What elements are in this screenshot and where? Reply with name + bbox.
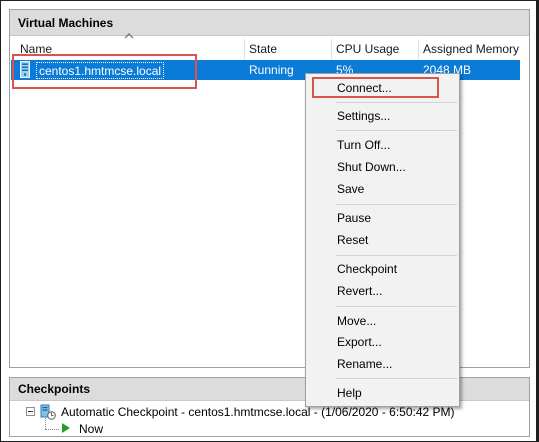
menu-item-save[interactable]: Save [337, 178, 364, 200]
play-arrow-icon [62, 423, 70, 433]
menu-item-settings[interactable]: Settings... [337, 105, 390, 127]
highlight-box-connect [312, 77, 439, 98]
menu-separator [336, 102, 457, 103]
column-header-assigned-memory[interactable]: Assigned Memory [419, 37, 529, 59]
menu-item-move[interactable]: Move... [337, 310, 376, 332]
menu-separator [336, 306, 457, 307]
menu-separator [336, 255, 457, 256]
menu-separator [336, 204, 457, 205]
virtual-machines-header: Virtual Machines [10, 10, 529, 36]
column-header-state[interactable]: State [245, 37, 331, 59]
sort-ascending-icon [124, 33, 134, 39]
collapse-toggle-icon[interactable] [26, 407, 35, 416]
menu-item-pause[interactable]: Pause [337, 207, 371, 229]
menu-item-reset[interactable]: Reset [337, 229, 368, 251]
tree-connector [45, 429, 59, 430]
vm-context-menu: Connect... Settings... Turn Off... Shut … [305, 73, 460, 407]
menu-item-help[interactable]: Help [337, 382, 362, 404]
menu-item-turn-off[interactable]: Turn Off... [337, 134, 390, 156]
vm-state: Running [249, 63, 294, 77]
checkpoint-icon [40, 404, 56, 420]
checkpoint-now-label[interactable]: Now [79, 421, 103, 437]
menu-item-shut-down[interactable]: Shut Down... [337, 156, 406, 178]
menu-item-revert[interactable]: Revert... [337, 280, 382, 302]
tree-connector [45, 418, 46, 429]
menu-separator [336, 378, 457, 379]
menu-item-export[interactable]: Export... [337, 331, 382, 353]
menu-item-rename[interactable]: Rename... [337, 353, 392, 375]
menu-separator [336, 130, 457, 131]
column-header-cpu-usage[interactable]: CPU Usage [332, 37, 418, 59]
highlight-box-vm-name [12, 54, 197, 89]
menu-item-checkpoint[interactable]: Checkpoint [337, 258, 397, 280]
